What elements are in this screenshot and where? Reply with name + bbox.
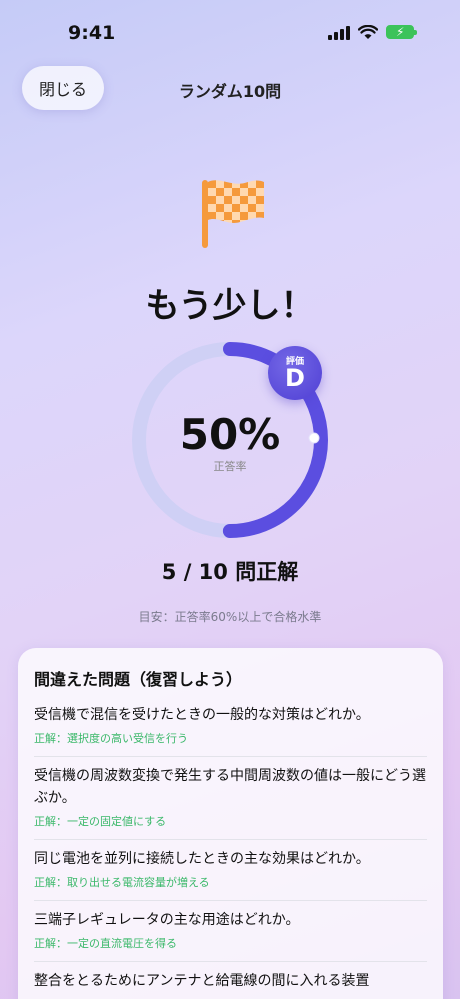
review-item[interactable]: 受信機で混信を受けたときの一般的な対策はどれか。 正解：選択度の高い受信を行う — [34, 696, 427, 757]
review-item[interactable]: 受信機の周波数変換で発生する中間周波数の値は一般にどう選ぶか。 正解：一定の固定… — [34, 757, 427, 840]
page-title: ランダム10問 — [178, 82, 282, 101]
grade-badge: 評価 D — [268, 346, 322, 400]
review-question: 受信機で混信を受けたときの一般的な対策はどれか。 — [34, 707, 370, 723]
status-icons: ⚡ — [328, 24, 417, 40]
review-answer: 正解：一定の固定値にする — [34, 815, 167, 828]
review-title: 間違えた問題（復習しよう） — [34, 670, 243, 689]
review-item[interactable]: 同じ電池を並列に接続したときの主な効果はどれか。 正解：取り出せる電流容量が増え… — [34, 840, 427, 901]
review-question: 同じ電池を並列に接続したときの主な効果はどれか。 — [34, 851, 370, 867]
review-card: 間違えた問題（復習しよう） 受信機で混信を受けたときの一般的な対策はどれか。 正… — [18, 648, 443, 999]
status-time: 9:41 — [68, 22, 116, 44]
review-answer: 正解：取り出せる電流容量が増える — [34, 876, 210, 889]
checkered-flag-icon — [202, 180, 264, 248]
pass-hint: 目安：正答率60%以上で合格水準 — [138, 610, 322, 624]
review-item[interactable]: 三端子レギュレータの主な用途はどれか。 正解：一定の直流電圧を得る — [34, 901, 427, 962]
review-answer: 正解：一定の直流電圧を得る — [34, 937, 177, 950]
score-summary: 5 / 10 問正解 — [161, 560, 299, 584]
accuracy-percent: 50% — [179, 410, 281, 459]
battery-charging-icon: ⚡ — [386, 25, 417, 39]
wifi-icon — [358, 24, 378, 39]
review-item[interactable]: 整合をとるためにアンテナと給電線の間に入れる装置 — [34, 962, 427, 999]
status-bar: 9:41 ⚡ — [0, 0, 460, 60]
result-headline: もう少し！ — [145, 286, 315, 326]
review-question: 三端子レギュレータの主な用途はどれか。 — [34, 912, 300, 928]
cellular-signal-icon — [328, 24, 350, 40]
review-question: 整合をとるためにアンテナと給電線の間に入れる装置 — [34, 973, 370, 989]
grade-letter: D — [285, 364, 305, 392]
accuracy-label: 正答率 — [213, 460, 247, 473]
review-question: 受信機の周波数変換で発生する中間周波数の値は一般にどう選ぶか。 — [34, 768, 426, 806]
review-answer: 正解：選択度の高い受信を行う — [34, 732, 188, 745]
